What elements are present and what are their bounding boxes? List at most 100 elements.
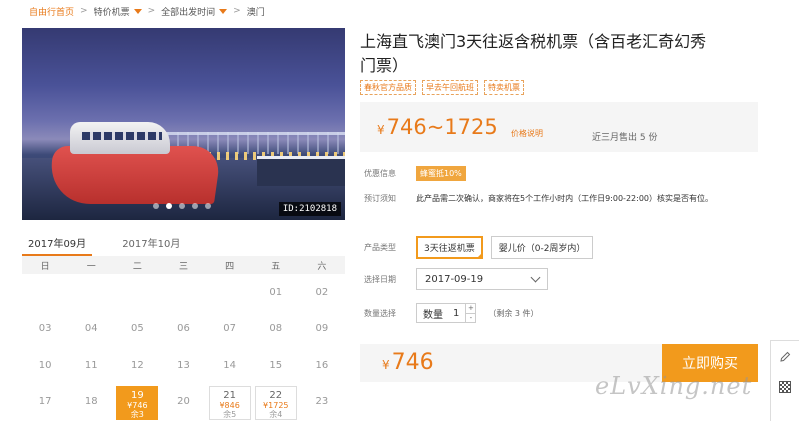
calendar-day-number: 16 [315,359,329,371]
date-label: 选择日期 [364,274,396,284]
date-row: 选择日期 2017-09-19 [364,268,548,290]
product-photo[interactable]: ID:2102818 [22,28,345,220]
tag-flight-time: 早去午回航班 [422,80,478,95]
calendar-day-number: 09 [315,323,329,335]
calendar-day-number: 11 [84,359,98,371]
caret-down-icon [219,8,228,14]
calendar-empty-cell [114,274,160,311]
photo-id-label: ID:2102818 [278,202,341,216]
calendar-day-number: 17 [38,396,52,408]
calendar-day-price: ¥846 [219,400,240,410]
calendar-day: 04 [68,311,114,348]
side-toolbar [770,340,799,421]
product-type-row: 产品类型 3天往返机票 婴儿价（0-2周岁内） [364,236,601,259]
calendar-day-number: 10 [38,359,52,371]
pencil-icon[interactable] [779,351,791,363]
calendar-day: 13 [160,347,206,384]
currency-symbol: ¥ [377,123,385,137]
calendar-day: 12 [114,347,160,384]
type-option-infant[interactable]: 婴儿价（0-2周岁内） [490,236,594,259]
chevron-down-icon [530,272,541,282]
notice-row: 预订须知 此产品需二次确认，商家将在5个工作小时内（工作日9:00-22:00）… [364,193,713,204]
price-explain-link[interactable]: 价格说明 [511,128,543,139]
quantity-prefix: 数量 [423,309,443,321]
calendar-day-number: 05 [130,323,144,335]
calendar-grid: 01 02 03 04 05 06 07 08 09 10 11 12 13 14 15 16 17 18 19 ¥7… [22,274,345,420]
calendar-day-number: 08 [269,323,283,335]
calendar-day: 05 [114,311,160,348]
date-select-value: 2017-09-19 [425,273,484,285]
photo-ferry-hull [45,146,223,204]
breadcrumb-category-dropdown[interactable]: 特价机票 [94,5,142,18]
calendar-day: 17 [22,384,68,421]
calendar-day[interactable]: 21 ¥846 余5 [208,385,251,420]
breadcrumb-date-dropdown[interactable]: 全部出发时间 [161,5,228,18]
calendar-weekday-header: 日一二三四五六 [22,256,345,274]
breadcrumb-home-link[interactable]: 自由行首页 [29,5,74,18]
quantity-minus-button[interactable]: - [466,314,475,323]
date-select[interactable]: 2017-09-19 [416,268,548,290]
calendar-day: 02 [299,274,345,311]
calendar-day-number: 04 [84,323,98,335]
quantity-steps: + - [465,304,476,323]
calendar-day[interactable]: 19 ¥746 余3 [116,385,159,420]
calendar-day-remaining: 余4 [269,409,283,419]
type-option-roundtrip[interactable]: 3天往返机票 [416,236,483,259]
calendar-day-number: 18 [84,396,98,408]
remaining-stock: （剩余 3 件） [488,308,539,318]
calendar-day-remaining: 余3 [130,409,144,419]
qr-code-icon[interactable] [779,381,791,393]
price-range: ¥746~1725 [377,115,498,139]
weekday-label: 五 [271,261,281,272]
calendar-day: 06 [160,311,206,348]
discount-badge: 蜂蜜抵10% [416,166,466,181]
gallery-dot[interactable] [179,203,185,209]
calendar-day: 03 [22,311,68,348]
notice-label: 预订须知 [364,194,396,203]
quantity-value[interactable]: 1 [447,308,465,319]
calendar-day-number: 15 [269,359,283,371]
sold-count: 近三月售出 5 份 [592,133,658,143]
quantity-stepper[interactable]: 数量 1 + - [416,303,477,323]
gallery-dot[interactable] [205,203,211,209]
calendar-day: 11 [68,347,114,384]
product-type-label: 产品类型 [364,243,396,252]
calendar-day: 15 [253,347,299,384]
product-title: 上海直飞澳门3天往返含税机票（含百老汇奇幻秀门票） [360,32,707,75]
caret-down-icon [133,8,142,14]
tab-month-sep[interactable]: 2017年09月 [22,232,93,256]
price-box: ¥746~1725 价格说明 近三月售出 5 份 [360,102,758,152]
quantity-plus-button[interactable]: + [466,304,476,314]
calendar-day: 07 [207,311,253,348]
tab-month-oct[interactable]: 2017年10月 [116,232,186,256]
calendar-day: 10 [22,347,68,384]
weekday-label: 日 [40,261,50,272]
calendar-day-price: ¥746 [127,400,148,410]
breadcrumb: 自由行首页 > 特价机票 > 全部出发时间 > 澳门 [0,0,799,22]
notice-text: 此产品需二次确认，商家将在5个工作小时内（工作日9:00-22:00）核实是否有… [416,194,713,203]
calendar-day-number: 20 [177,396,190,408]
calendar-day-number: 06 [177,323,190,335]
total-price-value: 746 [391,350,434,375]
calendar-month-tabs: 2017年09月 2017年10月 [22,232,345,256]
breadcrumb-destination[interactable]: 澳门 [247,5,265,18]
calendar-day-number: 21 [223,389,236,401]
gallery-dots [153,203,211,209]
total-price: ¥746 [382,350,434,375]
weekday-label: 四 [225,261,235,272]
calendar-empty-cell [207,274,253,311]
watermark: eLvXing.net [595,372,753,400]
price-range-value: 746~1725 [386,115,498,139]
calendar-day-number: 03 [38,323,52,335]
gallery-dot[interactable] [153,203,159,209]
quantity-row: 数量选择 数量 1 + - （剩余 3 件） [364,303,539,323]
gallery-dot[interactable] [166,203,172,209]
calendar-day[interactable]: 22 ¥1725 余4 [254,385,297,420]
breadcrumb-category-label: 特价机票 [93,7,130,18]
calendar-day-price: ¥1725 [263,400,289,410]
calendar-day-number: 02 [315,286,329,298]
currency-symbol: ¥ [382,358,390,372]
gallery-dot[interactable] [192,203,198,209]
weekday-label: 三 [178,261,188,272]
calendar-day-number: 14 [223,359,236,371]
